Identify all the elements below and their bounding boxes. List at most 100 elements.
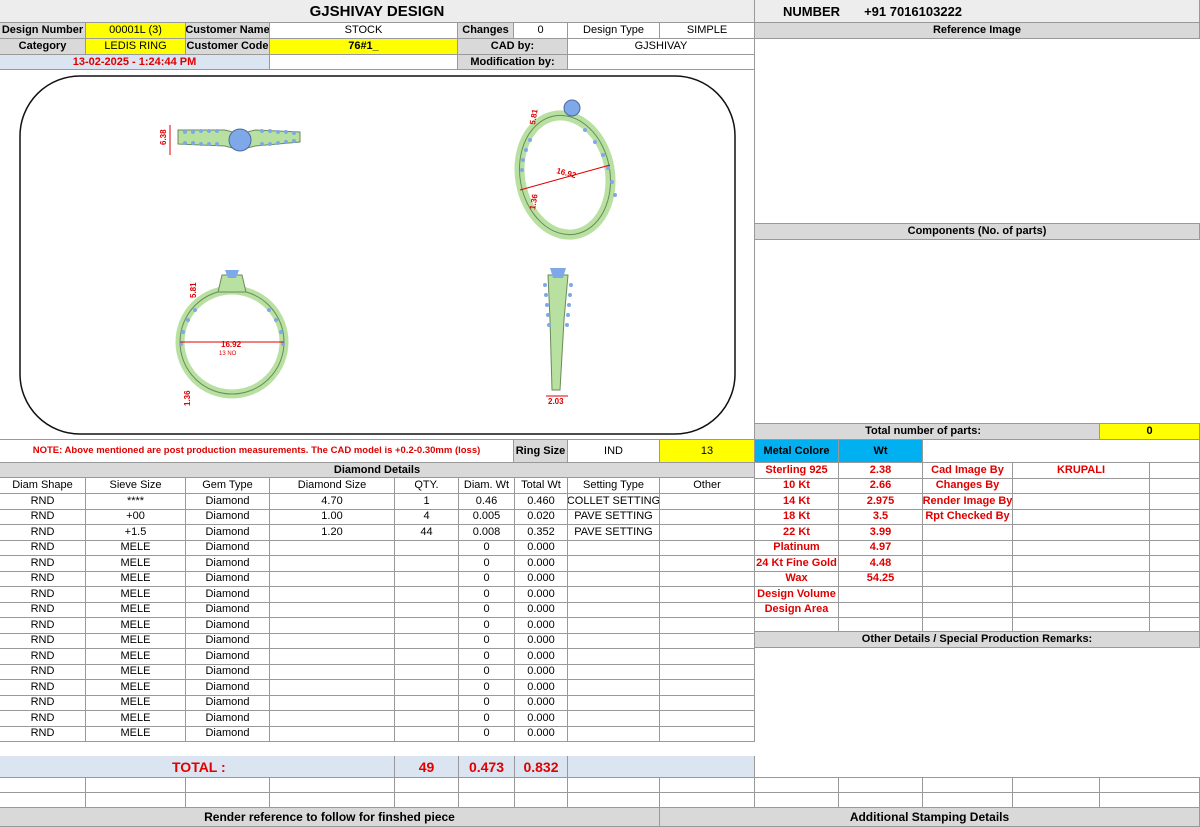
total-parts-value[interactable]: 0 <box>1100 424 1200 440</box>
diamond-cell[interactable]: RND <box>0 525 86 541</box>
diamond-cell[interactable]: 0.000 <box>515 680 568 696</box>
diamond-cell[interactable] <box>395 726 459 742</box>
diamond-cell[interactable] <box>660 649 755 665</box>
diamond-cell[interactable] <box>660 494 755 510</box>
diamond-cell[interactable]: RND <box>0 695 86 711</box>
diamond-cell[interactable]: Diamond <box>186 602 270 618</box>
diamond-cell[interactable] <box>270 587 395 603</box>
diamond-cell[interactable] <box>660 509 755 525</box>
diamond-cell[interactable]: MELE <box>86 540 186 556</box>
diamond-cell[interactable]: 0.352 <box>515 525 568 541</box>
diamond-cell[interactable] <box>660 633 755 649</box>
diamond-cell[interactable]: Diamond <box>186 587 270 603</box>
diamond-cell[interactable]: Diamond <box>186 525 270 541</box>
diamond-cell[interactable]: RND <box>0 633 86 649</box>
diamond-cell[interactable] <box>660 711 755 727</box>
diamond-cell[interactable] <box>270 602 395 618</box>
diamond-cell[interactable]: 0 <box>459 680 515 696</box>
diamond-cell[interactable] <box>660 602 755 618</box>
staff-value[interactable] <box>1013 556 1150 572</box>
diamond-cell[interactable]: MELE <box>86 664 186 680</box>
diamond-cell[interactable]: 0.000 <box>515 726 568 742</box>
diamond-cell[interactable]: 4 <box>395 509 459 525</box>
diamond-cell[interactable]: 1.00 <box>270 509 395 525</box>
diamond-cell[interactable]: 0.000 <box>515 633 568 649</box>
diamond-cell[interactable]: 0 <box>459 649 515 665</box>
diamond-cell[interactable]: Diamond <box>186 556 270 572</box>
diamond-cell[interactable] <box>395 633 459 649</box>
diamond-cell[interactable]: RND <box>0 556 86 572</box>
diamond-cell[interactable]: 44 <box>395 525 459 541</box>
staff-value[interactable]: KRUPALI <box>1013 463 1150 479</box>
diamond-cell[interactable]: MELE <box>86 633 186 649</box>
staff-value[interactable] <box>1013 571 1150 587</box>
diamond-cell[interactable]: 0 <box>459 571 515 587</box>
cad-by-value[interactable]: GJSHIVAY <box>568 39 755 55</box>
diamond-cell[interactable] <box>395 711 459 727</box>
diamond-cell[interactable]: Diamond <box>186 618 270 634</box>
diamond-cell[interactable] <box>395 649 459 665</box>
diamond-cell[interactable]: Diamond <box>186 633 270 649</box>
diamond-cell[interactable]: MELE <box>86 680 186 696</box>
diamond-cell[interactable]: RND <box>0 726 86 742</box>
diamond-cell[interactable] <box>660 618 755 634</box>
diamond-cell[interactable]: 0 <box>459 711 515 727</box>
diamond-cell[interactable]: 0.020 <box>515 509 568 525</box>
diamond-cell[interactable]: MELE <box>86 695 186 711</box>
diamond-cell[interactable]: MELE <box>86 556 186 572</box>
diamond-cell[interactable]: MELE <box>86 649 186 665</box>
diamond-cell[interactable] <box>270 556 395 572</box>
diamond-cell[interactable] <box>568 680 660 696</box>
diamond-cell[interactable] <box>568 556 660 572</box>
diamond-cell[interactable]: RND <box>0 540 86 556</box>
diamond-cell[interactable]: 0.000 <box>515 602 568 618</box>
diamond-cell[interactable]: Diamond <box>186 509 270 525</box>
diamond-cell[interactable]: Diamond <box>186 571 270 587</box>
diamond-cell[interactable]: Diamond <box>186 649 270 665</box>
staff-value[interactable] <box>1013 509 1150 525</box>
diamond-cell[interactable] <box>395 602 459 618</box>
diamond-cell[interactable]: COLLET SETTING <box>568 494 660 510</box>
diamond-cell[interactable]: 1.20 <box>270 525 395 541</box>
diamond-cell[interactable]: 0.000 <box>515 711 568 727</box>
diamond-cell[interactable] <box>660 680 755 696</box>
diamond-cell[interactable]: 0.000 <box>515 556 568 572</box>
category-value[interactable]: LEDIS RING <box>86 39 186 55</box>
metal-wt[interactable]: 4.48 <box>839 556 923 572</box>
staff-value[interactable] <box>1013 602 1150 618</box>
metal-wt[interactable]: 3.99 <box>839 525 923 541</box>
staff-value[interactable] <box>1013 525 1150 541</box>
metal-wt[interactable]: 3.5 <box>839 509 923 525</box>
diamond-cell[interactable] <box>568 711 660 727</box>
diamond-cell[interactable]: 4.70 <box>270 494 395 510</box>
diamond-cell[interactable] <box>270 711 395 727</box>
diamond-cell[interactable]: 0.000 <box>515 695 568 711</box>
customer-name-value[interactable]: STOCK <box>270 23 458 39</box>
diamond-cell[interactable]: Diamond <box>186 540 270 556</box>
diamond-cell[interactable]: RND <box>0 602 86 618</box>
diamond-cell[interactable]: PAVE SETTING <box>568 525 660 541</box>
diamond-cell[interactable] <box>660 587 755 603</box>
modification-value[interactable] <box>568 55 755 70</box>
metal-wt[interactable] <box>839 587 923 603</box>
diamond-cell[interactable]: 0.46 <box>459 494 515 510</box>
diamond-cell[interactable]: MELE <box>86 618 186 634</box>
diamond-cell[interactable] <box>270 664 395 680</box>
diamond-cell[interactable] <box>568 695 660 711</box>
diamond-cell[interactable]: Diamond <box>186 726 270 742</box>
diamond-cell[interactable]: RND <box>0 494 86 510</box>
diamond-cell[interactable]: 0.000 <box>515 649 568 665</box>
diamond-cell[interactable]: 0.460 <box>515 494 568 510</box>
diamond-cell[interactable]: RND <box>0 618 86 634</box>
diamond-cell[interactable]: 0 <box>459 602 515 618</box>
design-number-value[interactable]: 00001L (3) <box>86 23 186 39</box>
diamond-cell[interactable] <box>660 726 755 742</box>
diamond-cell[interactable]: 0 <box>459 726 515 742</box>
diamond-cell[interactable]: MELE <box>86 726 186 742</box>
metal-wt[interactable] <box>839 602 923 618</box>
diamond-cell[interactable] <box>270 571 395 587</box>
diamond-cell[interactable]: PAVE SETTING <box>568 509 660 525</box>
diamond-cell[interactable]: 0 <box>459 695 515 711</box>
metal-wt[interactable]: 2.38 <box>839 463 923 479</box>
customer-code-value[interactable]: 76#1_ <box>270 39 458 55</box>
